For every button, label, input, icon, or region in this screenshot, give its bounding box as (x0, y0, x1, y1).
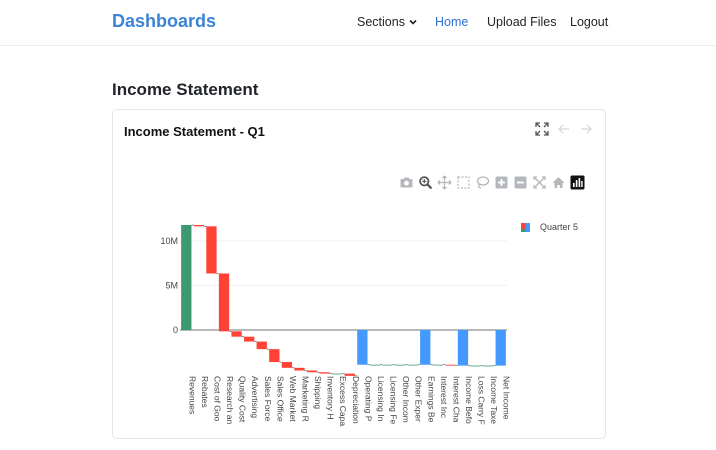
nav-upload-files[interactable]: Upload Files (487, 15, 556, 29)
waterfall-bar[interactable] (231, 331, 242, 337)
nav-logout[interactable]: Logout (570, 15, 608, 29)
nav-home[interactable]: Home (435, 15, 468, 29)
x-tick-label: Interest Inc (439, 376, 449, 419)
chart-card: Income Statement - Q1 Quarter 5 0 5M 10M R… (112, 109, 606, 439)
waterfall-bar[interactable] (306, 370, 318, 373)
y-tick-label: 10M (160, 236, 178, 246)
x-tick-label: Other Exper (414, 376, 424, 422)
brand-link[interactable]: Dashboards (112, 11, 216, 32)
waterfall-bar[interactable] (244, 336, 255, 342)
waterfall-bar[interactable] (319, 372, 330, 374)
waterfall-bar[interactable] (294, 367, 305, 371)
x-tick-label: Excess Capa (338, 376, 348, 426)
sections-dropdown[interactable]: Sections (357, 15, 418, 29)
chart-connectors (191, 224, 496, 377)
x-tick-label: Licensing In (376, 376, 386, 422)
waterfall-chart: 0 5M 10M Revenues Rebates Cost of Goo Researc… (160, 224, 512, 426)
waterfall-bar[interactable] (445, 364, 456, 366)
x-tick-label: Revenues (187, 376, 197, 414)
y-axis: 0 5M 10M (160, 236, 178, 335)
x-tick-label: Sales Force (263, 376, 273, 422)
waterfall-bar[interactable] (357, 330, 368, 365)
x-tick-label: Marketing R (300, 376, 310, 422)
waterfall-bar[interactable] (420, 330, 431, 365)
x-tick-label: Inventory H (326, 376, 336, 419)
x-tick-label: Income Befo (464, 376, 474, 424)
waterfall-bar[interactable] (218, 273, 230, 332)
x-tick-label: Advertising (250, 376, 260, 418)
x-tick-label: Shipping (313, 376, 323, 409)
x-tick-label: Net Income (502, 376, 512, 420)
waterfall-bar[interactable] (457, 330, 469, 366)
waterfall-bar[interactable] (269, 349, 280, 363)
x-tick-label: Income Taxe (489, 376, 499, 424)
x-tick-label: Other Incom (401, 376, 411, 423)
y-tick-label: 0 (173, 325, 178, 335)
waterfall-bar[interactable] (206, 226, 217, 274)
x-tick-label: Depreciation (351, 376, 361, 424)
x-axis: Revenues Rebates Cost of Goo Research an Qua… (187, 376, 511, 426)
x-tick-label: Quality Cost (238, 376, 248, 423)
waterfall-bar[interactable] (369, 364, 381, 366)
waterfall-bar[interactable] (470, 365, 481, 367)
waterfall-bar[interactable] (394, 364, 406, 366)
x-tick-label: Rebates (200, 376, 210, 408)
waterfall-bar[interactable] (256, 341, 267, 350)
page-title: Income Statement (112, 80, 259, 99)
waterfall-bar[interactable] (482, 365, 494, 367)
x-tick-label: Cost of Goo (212, 376, 222, 422)
x-tick-label: Research an (225, 376, 235, 424)
chart-bars (181, 224, 506, 376)
waterfall-bar[interactable] (332, 373, 343, 375)
waterfall-bar[interactable] (495, 330, 506, 366)
x-tick-label: Web Market (288, 376, 298, 422)
waterfall-bar[interactable] (407, 364, 418, 366)
sections-label: Sections (357, 15, 405, 29)
waterfall-bar[interactable] (281, 362, 293, 368)
waterfall-bar[interactable] (382, 364, 393, 366)
x-tick-label: Licensing Fe (389, 376, 399, 424)
waterfall-bar[interactable] (193, 224, 205, 227)
x-tick-label: Interest Cha (451, 376, 461, 423)
navbar: Dashboards Sections Home Upload Files Lo… (0, 0, 716, 46)
y-tick-label: 5M (165, 281, 178, 291)
x-tick-label: Sales Office (275, 376, 285, 422)
x-tick-label: Earnings Be (426, 376, 436, 423)
x-tick-label: Loss Carry F (477, 376, 487, 425)
chevron-down-icon (409, 19, 417, 25)
waterfall-bar[interactable] (181, 224, 192, 330)
x-tick-label: Operating P (363, 376, 373, 422)
waterfall-bar[interactable] (432, 364, 443, 366)
